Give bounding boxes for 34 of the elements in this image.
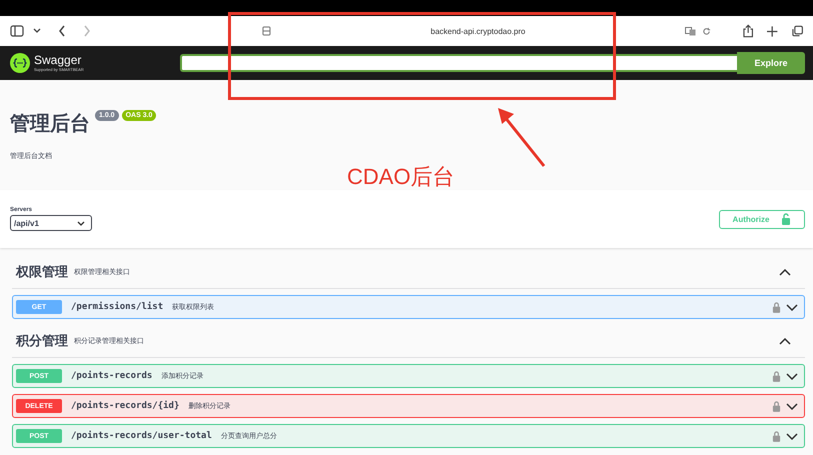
annotation-label: CDAO后台 (347, 163, 455, 191)
section-name: 权限管理 (16, 263, 68, 281)
operation-path: /points-records/{id} (71, 401, 180, 411)
section-name: 积分管理 (16, 332, 68, 350)
operation-path: /points-records (71, 371, 152, 381)
chevron-down-icon[interactable] (33, 28, 41, 34)
chevron-down-icon[interactable] (786, 432, 798, 440)
lock-icon[interactable] (772, 302, 781, 312)
operation-path: /permissions/list (71, 302, 164, 312)
brand-name: Swagger (34, 54, 82, 66)
chevron-up-icon[interactable] (779, 338, 791, 344)
chevron-up-icon[interactable] (779, 268, 791, 276)
sidebar-icon[interactable] (10, 25, 24, 37)
chevron-down-icon[interactable] (786, 304, 798, 310)
api-title: 管理后台 (10, 112, 90, 137)
page-icon (262, 26, 271, 36)
server-select[interactable]: /api/v1 (10, 215, 92, 231)
plus-icon[interactable] (767, 26, 778, 36)
chevron-down-icon[interactable] (786, 402, 798, 410)
spec-url-field[interactable] (180, 54, 737, 72)
lock-icon (781, 213, 792, 225)
translate-icon[interactable] (685, 26, 696, 36)
pointer-arrow (498, 108, 548, 168)
operation-path: /points-records/user-total (71, 431, 212, 441)
reload-icon[interactable] (702, 26, 711, 36)
share-icon[interactable] (742, 24, 754, 38)
lock-icon[interactable] (772, 430, 781, 442)
swagger-logo-icon (10, 53, 30, 73)
lock-icon[interactable] (772, 370, 781, 382)
back-icon[interactable] (58, 25, 66, 37)
url-text: backend-api.cryptodao.pro (430, 26, 526, 36)
chevron-down-icon (77, 220, 85, 226)
chevron-down-icon[interactable] (786, 372, 798, 380)
tabs-icon[interactable] (792, 25, 803, 37)
